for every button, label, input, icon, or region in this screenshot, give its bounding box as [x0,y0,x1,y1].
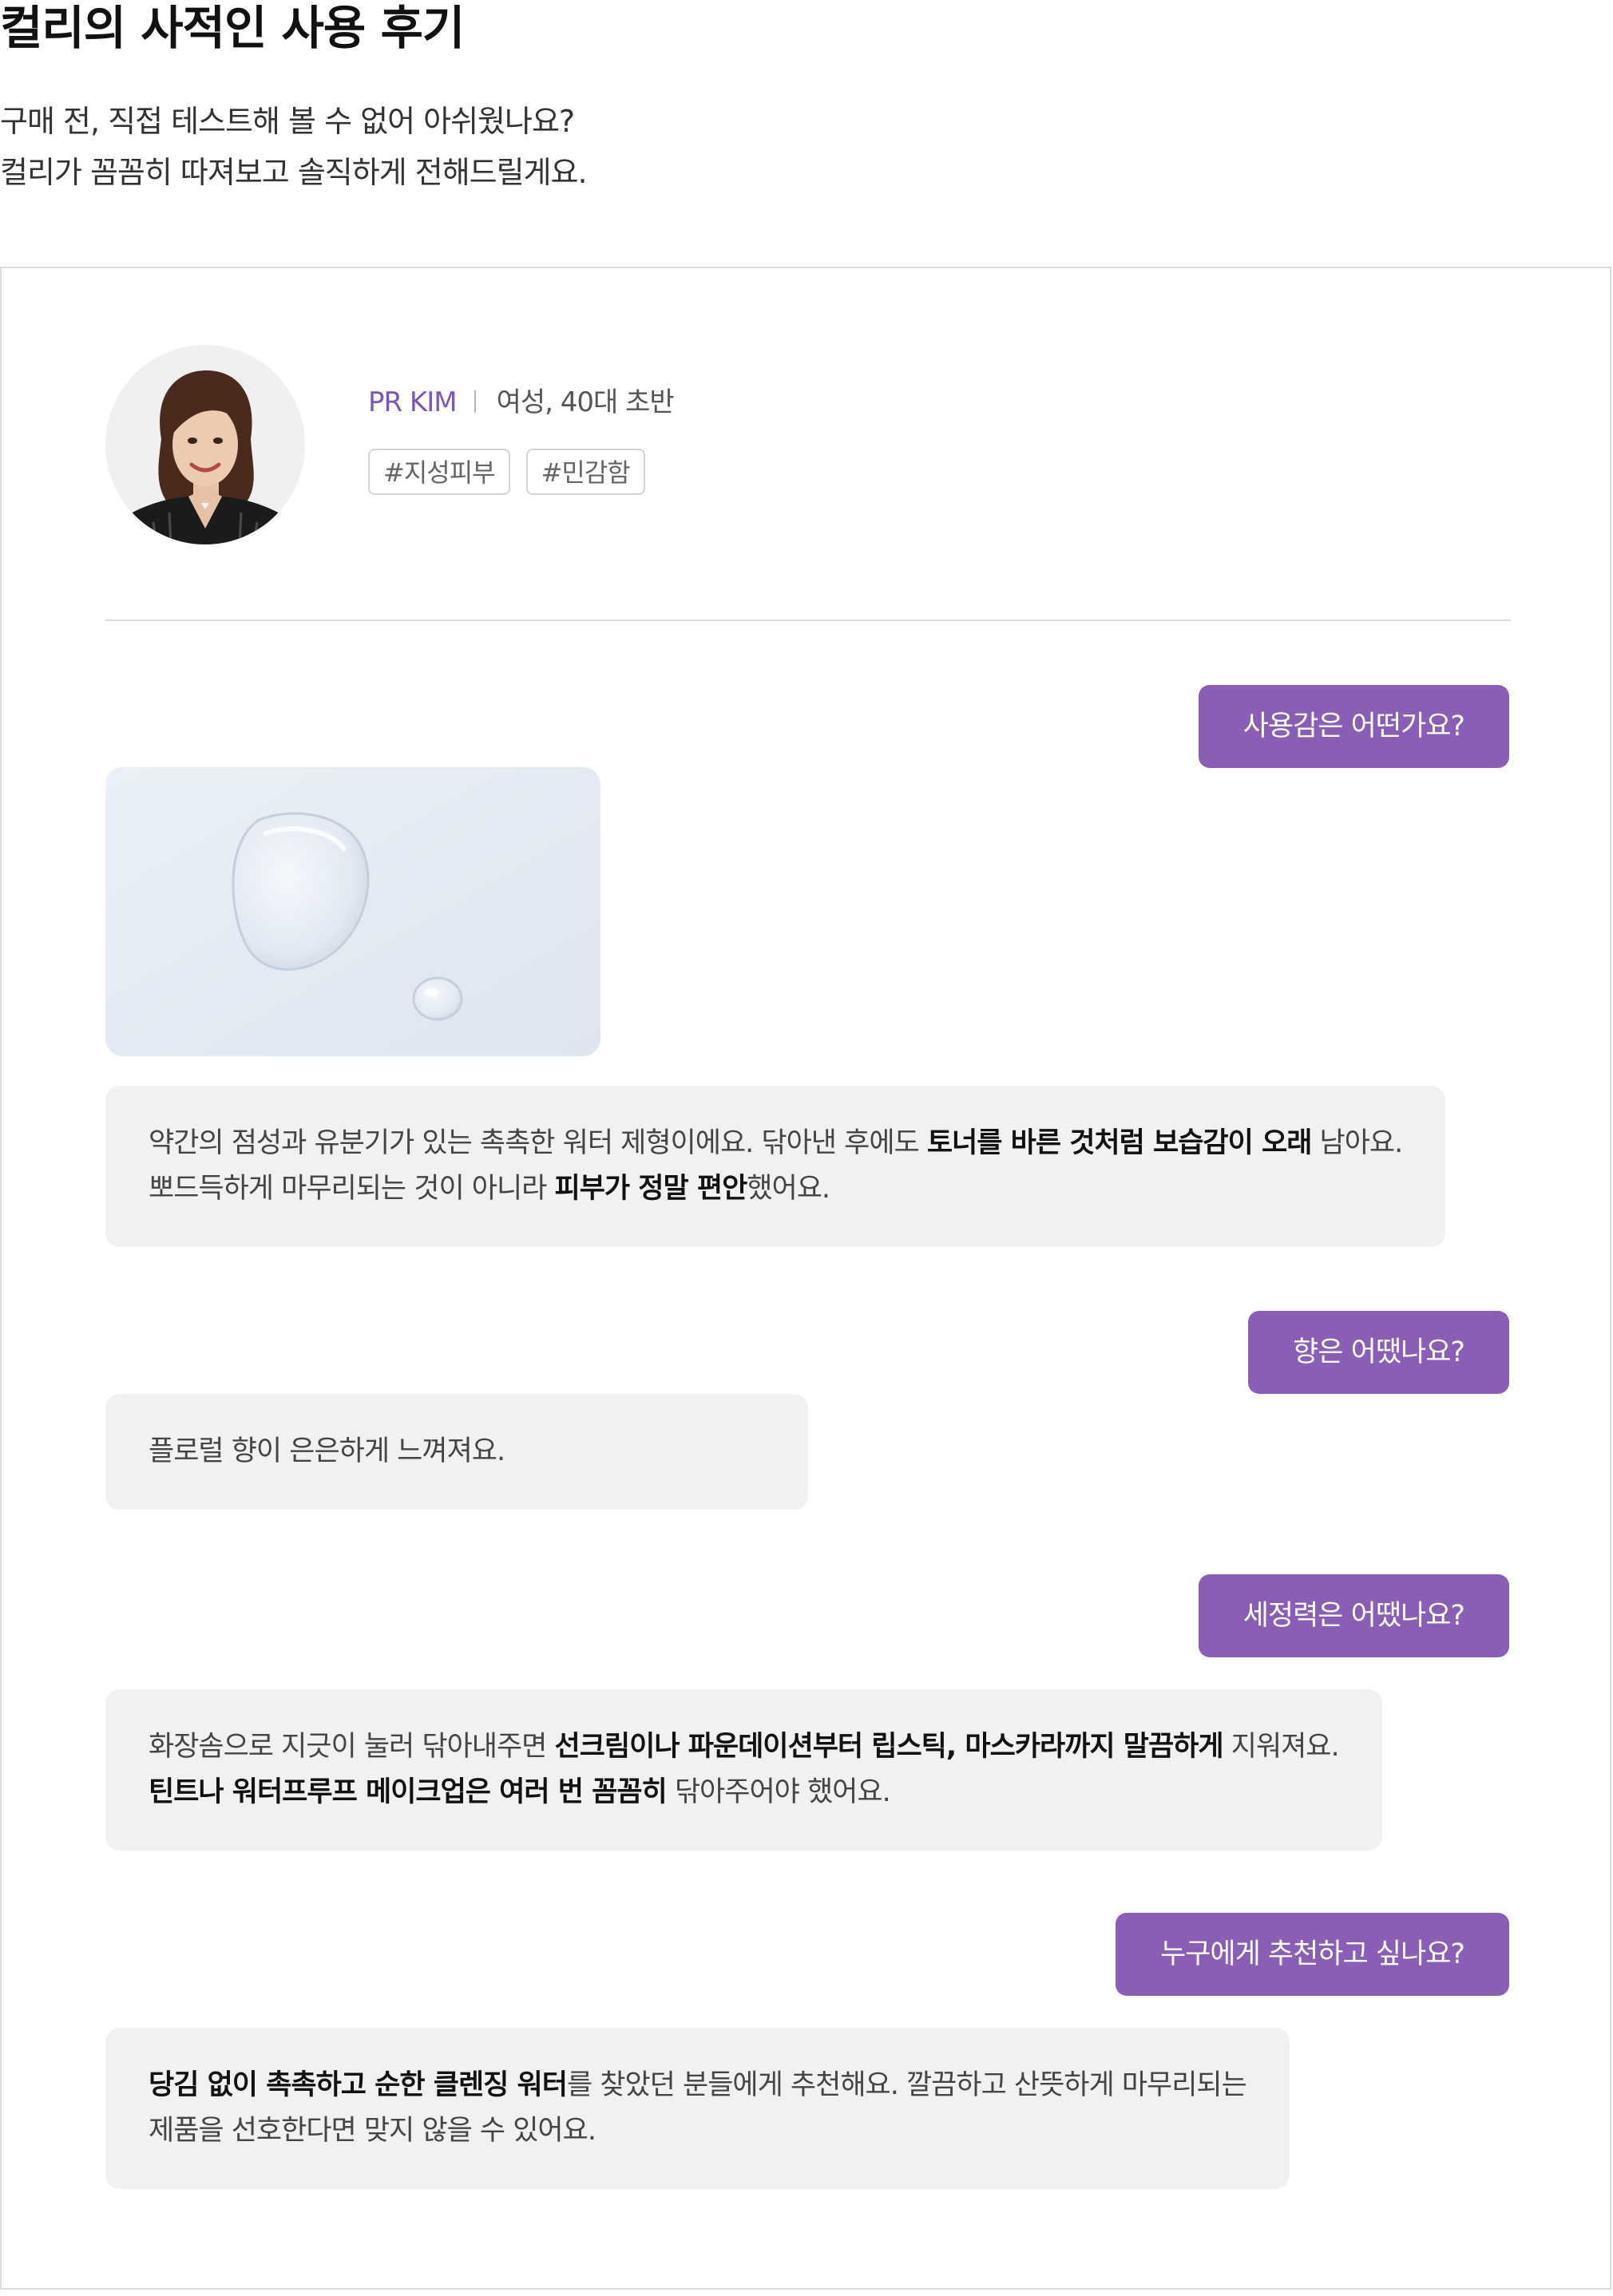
answer-text: 를 찾았던 분들에게 추천해요. 깔끔하고 산뜻하게 마무리되는 [566,2069,1247,2101]
answer-text: 지워져요. [1223,1731,1340,1763]
reviewer-meta: 여성, 40대 초반 [496,386,675,418]
answer-line: 플로럴 향이 은은하게 느껴져요. [149,1429,765,1475]
answer-text: 뽀드득하게 마무리되는 것이 아니라 [149,1173,555,1205]
skin-tags: #지성피부 #민감함 [368,449,645,495]
question-bubble-feel: 사용감은 어떤가요? [1198,685,1509,768]
intro-text: 구매 전, 직접 테스트해 볼 수 없어 아쉬웠나요? 컬리가 꼼꼼히 따져보고… [0,96,588,198]
answer-highlight: 피부가 정말 편안 [554,1173,748,1205]
tag-sensitive: #민감함 [525,449,645,495]
answer-text: 했어요. [747,1173,830,1205]
answer-highlight: 토너를 바른 것처럼 보습감이 오래 [926,1127,1313,1159]
section-divider [105,620,1511,621]
question-bubble-recommend: 누구에게 추천하고 싶나요? [1115,1913,1509,1996]
answer-text: 약간의 점성과 유분기가 있는 촉촉한 워터 제형이에요. 닦아낸 후에도 [149,1127,927,1159]
answer-line: 약간의 점성과 유분기가 있는 촉촉한 워터 제형이에요. 닦아낸 후에도 토너… [149,1121,1404,1166]
answer-text: 닦아주어야 했어요. [666,1776,891,1808]
answer-text: 제품을 선호한다면 맞지 않을 수 있어요. [149,2115,596,2147]
answer-line: 화장솜으로 지긋이 눌러 닦아내주면 선크림이나 파운데이션부터 립스틱, 마스… [149,1724,1340,1770]
product-texture-image [105,767,600,1056]
answer-bubble-cleansing: 화장솜으로 지긋이 눌러 닦아내주면 선크림이나 파운데이션부터 립스틱, 마스… [105,1689,1382,1851]
answer-line: 제품을 선호한다면 맞지 않을 수 있어요. [149,2108,1246,2154]
intro-line: 컬리가 꼼꼼히 따져보고 솔직하게 전해드릴게요. [0,155,588,190]
answer-bubble-recommend: 당김 없이 촉촉하고 순한 클렌징 워터를 찾았던 분들에게 추천해요. 깔끔하… [105,2028,1290,2189]
review-card: PR KIM 여성, 40대 초반 #지성피부 #민감함 사용감은 어떤가요? [0,267,1611,2290]
divider-bar [474,390,476,413]
answer-highlight: 당김 없이 촉촉하고 순한 클렌징 워터 [149,2069,568,2101]
answer-bubble-feel: 약간의 점성과 유분기가 있는 촉촉한 워터 제형이에요. 닦아낸 후에도 토너… [105,1086,1446,1247]
answer-bubble-scent: 플로럴 향이 은은하게 느껴져요. [105,1394,808,1510]
answer-text: 남아요. [1311,1127,1404,1159]
question-bubble-cleansing: 세정력은 어땠나요? [1198,1574,1509,1657]
question-bubble-scent: 향은 어땠나요? [1248,1311,1509,1394]
answer-text: 화장솜으로 지긋이 눌러 닦아내주면 [149,1731,555,1763]
reviewer-profile: PR KIM 여성, 40대 초반 [368,380,675,419]
answer-line: 틴트나 워터프루프 메이크업은 여러 번 꼼꼼히 닦아주어야 했어요. [149,1770,1339,1815]
answer-line: 당김 없이 촉촉하고 순한 클렌징 워터를 찾았던 분들에게 추천해요. 깔끔하… [149,2063,1247,2108]
intro-line: 구매 전, 직접 테스트해 볼 수 없어 아쉬웠나요? [0,104,575,139]
tag-oily-skin: #지성피부 [368,449,510,495]
answer-text: 플로럴 향이 은은하게 느껴져요. [149,1435,505,1467]
reviewer-avatar [105,345,305,544]
page-title: 컬리의 사적인 사용 후기 [0,1,465,55]
answer-line: 뽀드득하게 마무리되는 것이 아니라 피부가 정말 편안했어요. [149,1166,1402,1212]
answer-highlight: 틴트나 워터프루프 메이크업은 여러 번 꼼꼼히 [149,1776,668,1808]
reviewer-name: PR KIM [368,386,458,418]
answer-highlight: 선크림이나 파운데이션부터 립스틱, 마스카라까지 말끔하게 [554,1731,1224,1763]
